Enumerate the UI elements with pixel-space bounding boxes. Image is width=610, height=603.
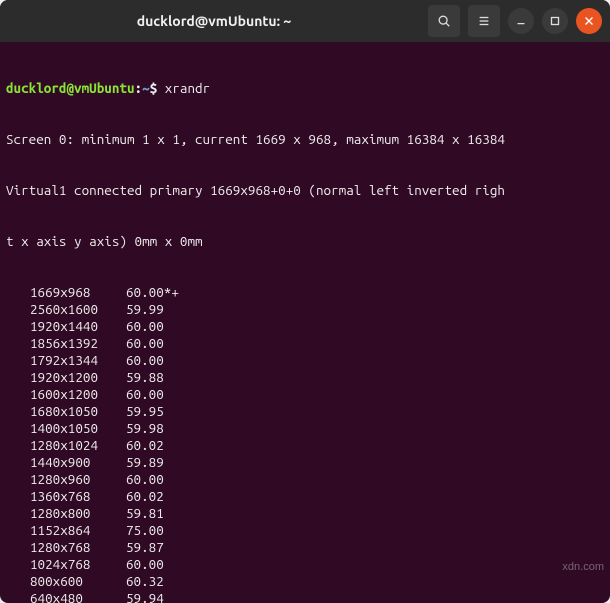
mode-rate: 60.00	[126, 335, 206, 352]
mode-row: 1400x105059.98	[6, 420, 604, 437]
search-icon	[437, 14, 451, 28]
mode-row: 1360x76860.02	[6, 488, 604, 505]
mode-rate: 59.95	[126, 403, 206, 420]
mode-list: 1669x96860.00*+2560x160059.991920x144060…	[6, 284, 604, 603]
mode-row: 1856x139260.00	[6, 335, 604, 352]
mode-row: 1440x90059.89	[6, 454, 604, 471]
mode-rate: 60.00	[126, 386, 206, 403]
mode-row: 1920x120059.88	[6, 369, 604, 386]
terminal-body[interactable]: ducklord@vmUbuntu:~$ xrandr Screen 0: mi…	[0, 42, 610, 603]
window-title: ducklord@vmUbuntu: ~	[137, 13, 292, 29]
mode-row: 1680x105059.95	[6, 403, 604, 420]
mode-resolution: 640x480	[6, 590, 126, 603]
mode-rate: 60.00	[126, 471, 206, 488]
mode-resolution: 1680x1050	[6, 403, 126, 420]
command-text: xrandr	[165, 80, 210, 96]
minimize-button[interactable]	[508, 8, 534, 34]
titlebar: ducklord@vmUbuntu: ~	[0, 0, 610, 42]
mode-rate: 60.00*+	[126, 284, 206, 301]
mode-rate: 59.98	[126, 420, 206, 437]
mode-resolution: 1280x800	[6, 505, 126, 522]
close-button[interactable]	[576, 8, 602, 34]
mode-resolution: 1440x900	[6, 454, 126, 471]
mode-rate: 60.00	[126, 318, 206, 335]
mode-resolution: 1024x768	[6, 556, 126, 573]
mode-resolution: 1280x960	[6, 471, 126, 488]
mode-row: 1152x86475.00	[6, 522, 604, 539]
mode-rate: 59.94	[126, 590, 206, 603]
mode-resolution: 1669x968	[6, 284, 126, 301]
mode-row: 640x48059.94	[6, 590, 604, 603]
prompt-user: ducklord@vmUbuntu	[6, 80, 135, 96]
mode-rate: 60.32	[126, 573, 206, 590]
mode-rate: 59.89	[126, 454, 206, 471]
mode-rate: 75.00	[126, 522, 206, 539]
prompt-path: ~	[142, 80, 150, 96]
mode-resolution: 1360x768	[6, 488, 126, 505]
output-virtual1-line-a: Virtual1 connected primary 1669x968+0+0 …	[6, 182, 604, 199]
terminal-window: ducklord@vmUbuntu: ~ ducklord@vmUbuntu:~…	[0, 0, 610, 603]
mode-row: 2560x160059.99	[6, 301, 604, 318]
mode-resolution: 1600x1200	[6, 386, 126, 403]
prompt-sep: :	[135, 80, 143, 96]
mode-rate: 60.02	[126, 488, 206, 505]
hamburger-icon	[477, 14, 491, 28]
mode-row: 1920x144060.00	[6, 318, 604, 335]
mode-row: 800x60060.32	[6, 573, 604, 590]
mode-rate: 60.00	[126, 352, 206, 369]
prompt-dollar: $	[150, 80, 165, 96]
mode-resolution: 1280x768	[6, 539, 126, 556]
mode-rate: 60.00	[126, 556, 206, 573]
menu-button[interactable]	[468, 5, 500, 37]
mode-resolution: 800x600	[6, 573, 126, 590]
search-button[interactable]	[428, 5, 460, 37]
mode-resolution: 1152x864	[6, 522, 126, 539]
mode-row: 1280x76859.87	[6, 539, 604, 556]
mode-rate: 59.99	[126, 301, 206, 318]
mode-resolution: 1920x1440	[6, 318, 126, 335]
maximize-button[interactable]	[542, 8, 568, 34]
mode-rate: 59.88	[126, 369, 206, 386]
output-virtual1-line-b: t x axis y axis) 0mm x 0mm	[6, 233, 604, 250]
minimize-icon	[514, 14, 528, 28]
mode-rate: 59.81	[126, 505, 206, 522]
mode-resolution: 1280x1024	[6, 437, 126, 454]
prompt-line-1: ducklord@vmUbuntu:~$ xrandr	[6, 80, 604, 97]
mode-rate: 60.02	[126, 437, 206, 454]
maximize-icon	[548, 14, 562, 28]
mode-rate: 59.87	[126, 539, 206, 556]
mode-row: 1024x76860.00	[6, 556, 604, 573]
mode-row: 1600x120060.00	[6, 386, 604, 403]
mode-row: 1280x80059.81	[6, 505, 604, 522]
mode-row: 1280x96060.00	[6, 471, 604, 488]
mode-resolution: 1856x1392	[6, 335, 126, 352]
mode-resolution: 2560x1600	[6, 301, 126, 318]
mode-resolution: 1400x1050	[6, 420, 126, 437]
close-icon	[582, 14, 596, 28]
mode-row: 1280x102460.02	[6, 437, 604, 454]
output-screen-line: Screen 0: minimum 1 x 1, current 1669 x …	[6, 131, 604, 148]
mode-row: 1669x96860.00*+	[6, 284, 604, 301]
mode-resolution: 1792x1344	[6, 352, 126, 369]
mode-row: 1792x134460.00	[6, 352, 604, 369]
mode-resolution: 1920x1200	[6, 369, 126, 386]
